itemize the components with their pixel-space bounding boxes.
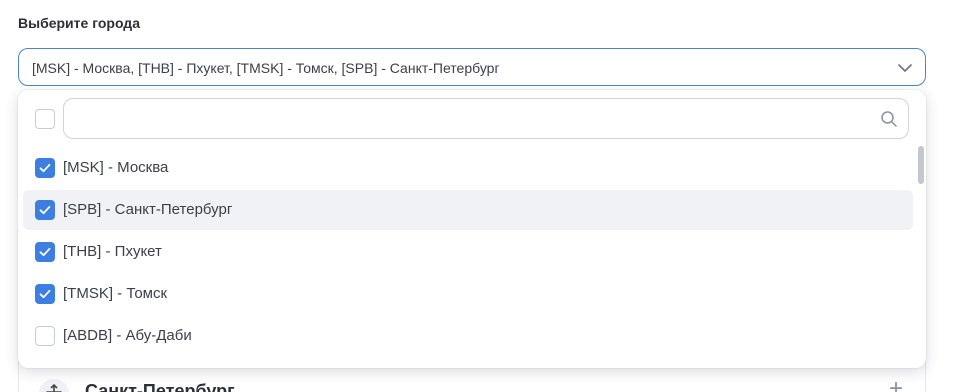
option-tmsk[interactable]: [TMSK] - Томск [23, 274, 913, 314]
option-checkbox[interactable] [35, 326, 55, 346]
option-checkbox[interactable] [35, 284, 55, 304]
option-label: [SPB] - Санкт-Петербург [63, 201, 233, 218]
scrollbar-thumb[interactable] [918, 146, 924, 184]
plus-icon[interactable]: + [889, 377, 903, 392]
chevron-down-icon[interactable] [897, 60, 913, 76]
option-checkbox[interactable] [35, 158, 55, 178]
option-label: [TMSK] - Томск [63, 285, 168, 302]
dropdown-panel: [MSK] - Москва [SPB] - Санкт-Петербург [… [18, 90, 926, 368]
search-field[interactable] [63, 98, 909, 139]
check-icon [39, 205, 51, 215]
select-value: [MSK] - Москва, [THB] - Пхукет, [TMSK] -… [32, 60, 500, 76]
option-checkbox[interactable] [35, 242, 55, 262]
option-abdb[interactable]: [ABDB] - Абу-Даби [23, 316, 913, 356]
option-label: [THB] - Пхукет [63, 243, 162, 260]
option-msk[interactable]: [MSK] - Москва [23, 148, 913, 188]
check-icon [39, 247, 51, 257]
option-thb[interactable]: [THB] - Пхукет [23, 232, 913, 272]
option-checkbox[interactable] [35, 200, 55, 220]
field-label: Выберите города [18, 15, 140, 31]
check-icon [39, 163, 51, 173]
select-all-checkbox[interactable] [35, 109, 55, 129]
option-label: [MSK] - Москва [63, 159, 169, 176]
card-title: Санкт-Петербург [85, 381, 235, 392]
cities-select[interactable]: [MSK] - Москва, [THB] - Пхукет, [TMSK] -… [18, 48, 926, 86]
option-spb[interactable]: [SPB] - Санкт-Петербург [23, 190, 913, 230]
search-icon [881, 111, 897, 127]
move-icon[interactable] [39, 379, 69, 392]
check-icon [39, 289, 51, 299]
option-label: [ABDB] - Абу-Даби [63, 327, 192, 344]
search-input[interactable] [76, 107, 856, 131]
